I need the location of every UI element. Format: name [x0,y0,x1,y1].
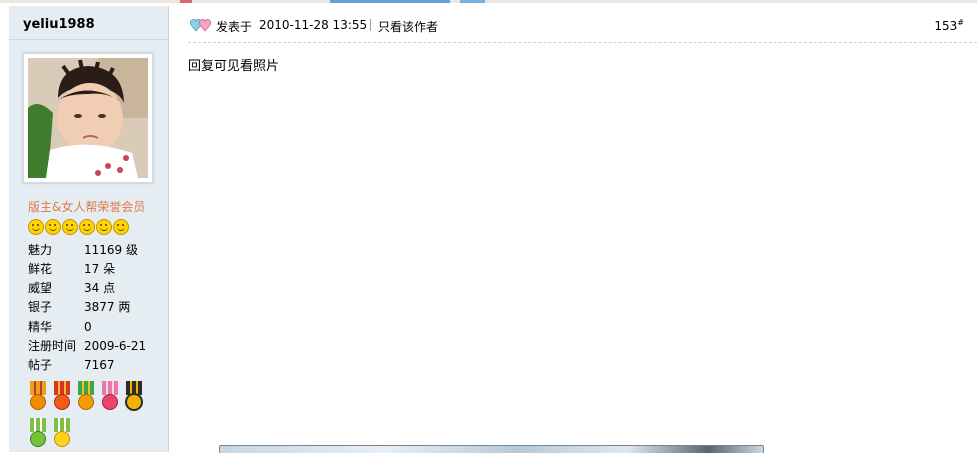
username-link[interactable]: yeliu1988 [23,17,95,32]
smile-icon [28,219,44,235]
stat-value: 17 朵 [84,262,116,276]
stat-value: 2009-6-21 [84,339,147,353]
only-author-link[interactable]: 只看该作者 [378,18,438,35]
user-group-title: 版主&女人帮荣誉会员 [28,200,146,214]
smile-icon [62,219,78,235]
green-round-medal-icon[interactable] [28,418,48,452]
avatar[interactable] [23,53,153,183]
sidebar-divider [9,39,168,40]
posted-label: 发表于 [216,20,253,34]
stat-label: 精华 [28,320,53,334]
black-gold-medal-icon[interactable] [124,381,144,415]
smile-icon [96,219,112,235]
rank-stars [28,219,130,235]
stat-value: 11169 级 [84,243,138,257]
red-star-medal-icon[interactable] [52,381,72,415]
stat-flowers: 鲜花 17 朵 [28,260,115,277]
header-separator [370,19,371,31]
stat-value: 34 点 [84,281,116,295]
post-content: 回复可见看照片 [188,59,280,74]
medal-list [28,381,158,455]
stat-label: 注册时间 [28,339,77,353]
stat-value: 0 [84,320,92,334]
header-divider [188,42,977,43]
stat-silver: 银子 3877 两 [28,298,130,315]
smile-icon [113,219,129,235]
stat-label: 帖子 [28,358,53,372]
avatar-image [28,58,148,178]
stat-label: 威望 [28,281,53,295]
floor-value: 153 [934,19,958,33]
stat-label: 鲜花 [28,262,53,276]
post-header: 发表于 2010-11-28 13:55 只看该作者 153# [189,17,977,37]
smile-medal-icon[interactable] [52,418,72,452]
stat-label: 银子 [28,300,53,314]
sun-medal-icon[interactable] [28,381,48,415]
floor-mark: # [957,18,964,27]
stat-posts: 帖子 7167 [28,356,115,373]
floor-number[interactable]: 153# [934,18,964,34]
stat-digest: 精华 0 [28,318,92,335]
post-time: 2010-11-28 13:55 [259,18,368,32]
stat-value: 3877 两 [84,300,131,314]
stat-charm: 魅力 11169 级 [28,241,138,258]
green-sun-medal-icon[interactable] [76,381,96,415]
smile-icon [45,219,61,235]
smile-icon [79,219,95,235]
online-hearts-icon [189,18,212,32]
stat-register-date: 注册时间 2009-6-21 [28,337,146,354]
user-sidebar: yeliu1988 版主&女人帮荣誉会员 魅力 11169 级 鲜花 17 朵 … [9,6,169,452]
stat-label: 魅力 [28,243,53,257]
browser-top-strip [0,0,977,3]
pink-flower-medal-icon[interactable] [100,381,120,415]
stat-prestige: 威望 34 点 [28,279,115,296]
stat-value: 7167 [84,358,115,372]
